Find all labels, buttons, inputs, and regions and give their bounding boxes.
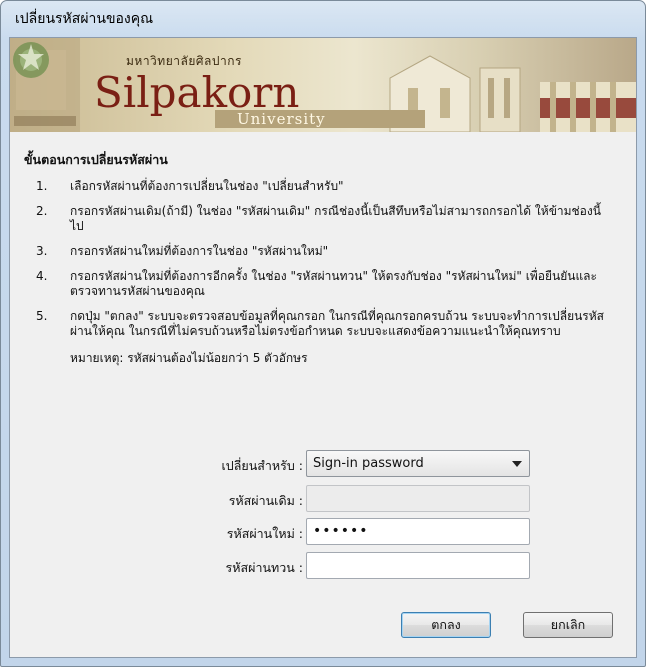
list-item: 5. กดปุ่ม "ตกลง" ระบบจะตรวจสอบข้อมูลที่คุ… [24,309,624,339]
change-for-label: เปลี่ยนสำหรับ : [221,458,303,473]
new-password-row: รหัสผ่านใหม่ : •••••• [10,518,636,546]
old-password-row: รหัสผ่านเดิม : [10,485,636,513]
step-text: กรอกรหัสผ่านใหม่ที่ต้องการในช่อง "รหัสผ่… [70,244,329,258]
confirm-password-label: รหัสผ่านทวน : [225,560,303,575]
cancel-button[interactable]: ยกเลิก [523,612,613,638]
dropdown-arrow-icon [512,461,522,467]
dialog-client: มหาวิทยาลัยศิลปากร Silpakorn University … [9,37,637,658]
ok-button[interactable]: ตกลง [401,612,491,638]
change-for-row: เปลี่ยนสำหรับ : Sign-in password [10,450,636,478]
button-row: ตกลง ยกเลิก [10,612,636,640]
list-item: 1. เลือกรหัสผ่านที่ต้องการเปลี่ยนในช่อง "… [24,179,624,194]
step-text: กรอกรหัสผ่านใหม่ที่ต้องการอีกครั้ง ในช่อ… [70,269,597,298]
step-text: กดปุ่ม "ตกลง" ระบบจะตรวจสอบข้อมูลที่คุณก… [70,309,604,338]
step-number: 3. [36,244,48,258]
step-number: 4. [36,269,48,283]
title-bar[interactable]: เปลี่ยนรหัสผ่านของคุณ [1,1,645,37]
password-length-note: หมายเหตุ: รหัสผ่านต้องไม่น้อยกว่า 5 ตัวอ… [70,351,308,365]
step-text: เลือกรหัสผ่านที่ต้องการเปลี่ยนในช่อง "เป… [70,179,344,193]
old-password-input [306,485,530,512]
change-for-select[interactable]: Sign-in password [306,450,530,477]
step-number: 5. [36,309,48,323]
instructions-panel: ขั้นตอนการเปลี่ยนรหัสผ่าน 1. เลือกรหัสผ่า… [24,150,624,368]
list-item: 2. กรอกรหัสผ่านเดิม(ถ้ามี) ในช่อง "รหัสผ่… [24,204,624,234]
new-password-input[interactable]: •••••• [306,518,530,545]
step-text: กรอกรหัสผ่านเดิม(ถ้ามี) ในช่อง "รหัสผ่าน… [70,204,601,233]
university-name: Silpakorn [94,68,300,117]
old-password-label: รหัสผ่านเดิม : [228,493,303,508]
dialog-window: เปลี่ยนรหัสผ่านของคุณ มหาวิทยาลัยศิลปากร… [0,0,646,667]
university-banner: มหาวิทยาลัยศิลปากร Silpakorn University [10,38,636,132]
confirm-password-row: รหัสผ่านทวน : [10,552,636,580]
confirm-password-input[interactable] [306,552,530,579]
change-for-selected-value: Sign-in password [313,456,424,471]
step-number: 1. [36,179,48,193]
list-item: 4. กรอกรหัสผ่านใหม่ที่ต้องการอีกครั้ง ในช… [24,269,624,299]
list-item: 3. กรอกรหัสผ่านใหม่ที่ต้องการในช่อง "รหัส… [24,244,624,259]
university-subtitle: University [215,110,425,128]
window-title: เปลี่ยนรหัสผ่านของคุณ [15,11,154,27]
new-password-label: รหัสผ่านใหม่ : [226,526,303,541]
step-number: 2. [36,204,48,218]
steps-list: 1. เลือกรหัสผ่านที่ต้องการเปลี่ยนในช่อง "… [24,179,624,339]
university-seal-icon [13,42,49,78]
instructions-heading: ขั้นตอนการเปลี่ยนรหัสผ่าน [24,152,168,167]
